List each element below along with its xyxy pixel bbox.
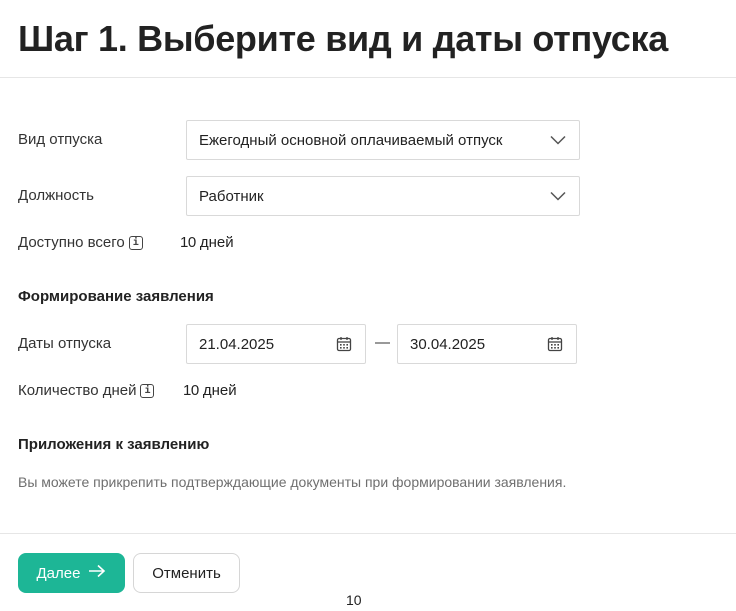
position-value: Работник: [199, 187, 264, 205]
next-button[interactable]: Далее: [18, 553, 125, 593]
leave-type-value: Ежегодный основной оплачиваемый отпуск: [199, 131, 503, 149]
days-count-number: 10: [183, 382, 199, 399]
cancel-button[interactable]: Отменить: [133, 553, 240, 593]
days-count-label: Количество дней: [18, 382, 137, 399]
chevron-down-icon: [549, 131, 567, 149]
position-select[interactable]: Работник: [186, 176, 580, 216]
page-title: Шаг 1. Выберите вид и даты отпуска: [18, 18, 668, 59]
application-section-title: Формирование заявления: [18, 288, 214, 305]
leave-type-select[interactable]: Ежегодный основной оплачиваемый отпуск: [186, 120, 580, 160]
date-from-input[interactable]: 21.04.2025: [186, 324, 366, 364]
footer-divider: [0, 533, 736, 534]
available-label-row: Доступно всего i: [18, 234, 143, 251]
header-divider: [0, 77, 736, 78]
days-count-value: 10 дней: [183, 382, 237, 399]
cancel-button-label: Отменить: [152, 564, 221, 582]
info-icon[interactable]: i: [128, 236, 143, 251]
calendar-icon[interactable]: [335, 335, 353, 353]
available-number: 10: [180, 234, 196, 251]
calendar-icon[interactable]: [546, 335, 564, 353]
leave-type-label: Вид отпуска: [18, 131, 103, 148]
days-count-unit: дней: [202, 382, 237, 399]
date-to-input[interactable]: 30.04.2025: [397, 324, 577, 364]
available-unit: дней: [199, 234, 234, 251]
days-count-label-row: Количество дней i: [18, 382, 155, 399]
position-label: Должность: [18, 187, 94, 204]
arrow-right-icon: [88, 564, 106, 582]
available-value: 10 дней: [180, 234, 234, 251]
info-icon[interactable]: i: [140, 384, 155, 399]
available-label: Доступно всего: [18, 234, 125, 251]
attachments-section-title: Приложения к заявлению: [18, 436, 210, 453]
chevron-down-icon: [549, 187, 567, 205]
date-range-separator: —: [375, 334, 390, 351]
attachments-hint: Вы можете прикрепить подтверждающие доку…: [18, 474, 567, 490]
dates-label: Даты отпуска: [18, 335, 112, 352]
date-to-value: 30.04.2025: [410, 335, 486, 353]
date-from-value: 21.04.2025: [199, 335, 275, 353]
page-number: 10: [346, 592, 362, 608]
next-button-label: Далее: [36, 564, 81, 582]
